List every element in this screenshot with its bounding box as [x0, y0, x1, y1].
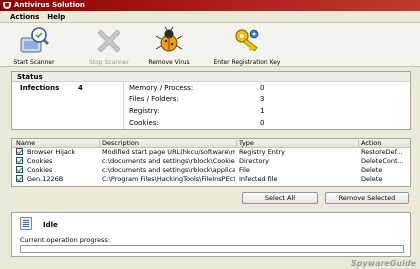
table-row[interactable]: Cookies c:\documents and settings\rblock…: [12, 157, 410, 166]
row-description: Modified start page URL(hkcu/software\mi…: [102, 148, 235, 156]
key-icon: [235, 29, 259, 52]
menu-actions[interactable]: Actions: [6, 11, 43, 23]
enter-registration-key-label: Enter Registration Key: [213, 59, 281, 66]
table-row[interactable]: Cookies c:\documents and settings\rblock…: [12, 166, 410, 175]
row-action: RestoreDef...: [361, 148, 403, 156]
col-type[interactable]: Type: [239, 139, 254, 148]
row-action: Delete: [361, 166, 383, 174]
remove-selected-button[interactable]: Remove Selected: [325, 192, 409, 204]
watermark: SpywareGuide: [350, 259, 416, 268]
infections-value: 4: [78, 84, 83, 92]
table-row[interactable]: Gen.1226B C:\Program Files\HackingTools\…: [12, 175, 410, 184]
files-folders-label: Files / Folders:: [129, 95, 179, 103]
menu-bar: Actions Help: [0, 11, 420, 23]
row-description: c:\documents and settings\rblock\applica…: [102, 166, 235, 174]
row-type: Directory: [239, 157, 269, 165]
col-action[interactable]: Action: [361, 139, 381, 148]
table-row[interactable]: Browser Hijack Modified start page URL(h…: [12, 148, 410, 157]
stop-scanner-label: Stop Scanner: [88, 59, 130, 66]
status-title: Status: [12, 72, 410, 82]
row-type: Infected file: [239, 175, 278, 183]
row-type: File: [239, 166, 250, 174]
operation-state: Idle: [43, 221, 58, 229]
select-all-button[interactable]: Select All: [242, 192, 318, 204]
row-type: Registry Entry: [239, 148, 285, 156]
stop-scanner-button[interactable]: Stop Scanner: [86, 26, 132, 66]
operation-panel: Idle Current operation progress:: [11, 212, 411, 257]
title-bar: Antivirus Solution: [0, 0, 420, 11]
progress-bar: [20, 245, 404, 253]
cookies-value: 0: [260, 119, 265, 127]
table-header: Name Description Type Action: [12, 139, 410, 148]
row-name: Cookies: [27, 166, 53, 174]
memory-process-value: 0: [260, 84, 265, 92]
threats-table: Name Description Type Action Browser Hij…: [11, 138, 411, 187]
window-title: Antivirus Solution: [14, 1, 85, 9]
scanner-icon: [20, 27, 49, 53]
enter-registration-key-button[interactable]: Enter Registration Key: [212, 26, 282, 66]
row-checkbox[interactable]: [16, 148, 23, 155]
infections-label: Infections: [20, 84, 60, 92]
row-description: c:\documents and settings\rblock\Cookies: [102, 157, 235, 165]
files-folders-value: 3: [260, 95, 265, 103]
stop-x-icon: [97, 29, 121, 53]
start-scanner-button[interactable]: Start Scanner: [10, 26, 58, 66]
shield-icon: [3, 2, 11, 9]
cookies-label: Cookies:: [129, 119, 159, 127]
row-checkbox[interactable]: [16, 175, 23, 182]
col-name[interactable]: Name: [16, 139, 35, 148]
progress-label: Current operation progress:: [20, 236, 111, 244]
status-panel: Status Infections 4 Memory / Process: 0 …: [11, 71, 411, 130]
col-description[interactable]: Description: [102, 139, 139, 148]
remove-virus-label: Remove Virus: [148, 59, 190, 66]
start-scanner-label: Start Scanner: [13, 59, 55, 66]
registry-label: Registry:: [129, 107, 160, 115]
registry-value: 1: [260, 107, 265, 115]
row-action: DeleteCont...: [361, 157, 404, 165]
row-checkbox[interactable]: [16, 157, 23, 164]
memory-process-label: Memory / Process:: [129, 84, 194, 92]
toolbar: Start Scanner Stop Scanner Remove Virus: [0, 23, 420, 67]
menu-help[interactable]: Help: [43, 11, 69, 23]
row-name: Gen.1226B: [27, 175, 64, 183]
bug-icon: [155, 26, 183, 52]
row-name: Browser Hijack: [27, 148, 76, 156]
row-checkbox[interactable]: [16, 166, 23, 173]
row-name: Cookies: [27, 157, 53, 165]
row-description: C:\Program Files\HackingTools\FileInsPEc…: [102, 175, 235, 183]
remove-virus-button[interactable]: Remove Virus: [146, 26, 192, 66]
document-icon: [20, 217, 32, 230]
row-action: Delete: [361, 175, 383, 183]
